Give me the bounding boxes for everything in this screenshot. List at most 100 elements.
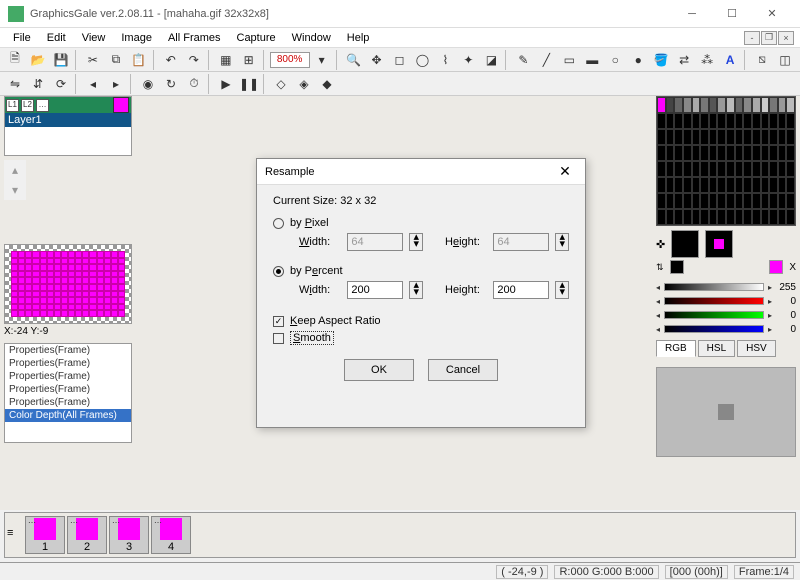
menu-view[interactable]: View — [75, 30, 113, 46]
layer-cell[interactable]: … — [36, 99, 49, 112]
cut-icon[interactable]: ✂ — [82, 50, 104, 70]
history-item[interactable]: Properties(Frame) — [5, 370, 131, 383]
percent-width-input[interactable] — [347, 281, 403, 299]
menu-file[interactable]: File — [6, 30, 38, 46]
menu-image[interactable]: Image — [114, 30, 159, 46]
undo-icon[interactable]: ↶ — [160, 50, 182, 70]
flood-fill-icon[interactable]: 🪣 — [650, 50, 672, 70]
flip-h-icon[interactable]: ⇋ — [4, 74, 26, 94]
zoom-display[interactable]: 800% — [270, 52, 310, 68]
slider-right-icon[interactable]: ▸ — [768, 297, 772, 306]
eyedropper-icon[interactable]: ✜ — [656, 238, 665, 251]
zoom-tool-icon[interactable]: 🔍 — [343, 50, 365, 70]
line-icon[interactable]: ╱ — [535, 50, 557, 70]
swap-colors-icon[interactable]: ⇅ — [656, 262, 664, 273]
color-replace-icon[interactable]: ⇄ — [673, 50, 695, 70]
pixel-height-input[interactable] — [493, 233, 549, 251]
percent-height-input[interactable] — [493, 281, 549, 299]
layer-name[interactable]: Layer1 — [5, 113, 131, 127]
history-item[interactable]: Properties(Frame) — [5, 383, 131, 396]
layer-down-icon[interactable]: ▾ — [4, 180, 26, 200]
fillrect-icon[interactable]: ▬ — [581, 50, 603, 70]
layer-cell[interactable]: L1 — [6, 99, 19, 112]
slider-left-icon[interactable]: ◂ — [656, 325, 660, 334]
slider-right-icon[interactable]: ▸ — [768, 283, 772, 292]
slider-left-icon[interactable]: ◂ — [656, 311, 660, 320]
new-icon[interactable]: 🗎 — [4, 50, 26, 70]
layer-cell[interactable]: L2 — [21, 99, 34, 112]
frame-thumb[interactable]: ⋯1 — [25, 516, 65, 554]
ok-button[interactable]: OK — [344, 359, 414, 381]
radio-by-percent[interactable] — [273, 266, 284, 277]
minimize-button[interactable]: ─ — [672, 0, 712, 28]
frame-thumb[interactable]: ⋯4 — [151, 516, 191, 554]
dialog-close-icon[interactable]: ✕ — [553, 163, 577, 180]
ellipse-icon[interactable]: ○ — [604, 50, 626, 70]
percent-width-spinner[interactable]: ▴▾ — [409, 281, 423, 299]
layers-panel[interactable]: L1 L2 … Layer1 — [4, 96, 132, 156]
menu-help[interactable]: Help — [340, 30, 377, 46]
antialias-icon[interactable]: ⧅ — [751, 50, 773, 70]
text-icon[interactable]: A — [719, 50, 741, 70]
strip-handle-icon[interactable]: ≡ — [7, 527, 23, 543]
select-rect-icon[interactable]: ◻ — [389, 50, 411, 70]
b-slider[interactable] — [664, 325, 764, 333]
tab-rgb[interactable]: RGB — [656, 340, 696, 357]
history-item[interactable]: Properties(Frame) — [5, 357, 131, 370]
history-item[interactable]: Properties(Frame) — [5, 344, 131, 357]
dup-frame-icon[interactable]: ◈ — [293, 74, 315, 94]
pixel-width-input[interactable] — [347, 233, 403, 251]
pause-icon[interactable]: ❚❚ — [238, 74, 260, 94]
layer-up-icon[interactable]: ▴ — [4, 160, 26, 180]
copy-icon[interactable]: ⧉ — [105, 50, 127, 70]
percent-height-spinner[interactable]: ▴▾ — [555, 281, 569, 299]
slider-left-icon[interactable]: ◂ — [656, 297, 660, 306]
open-icon[interactable]: 📂 — [27, 50, 49, 70]
mdi-minimize[interactable]: - — [744, 31, 760, 45]
fillellipse-icon[interactable]: ● — [627, 50, 649, 70]
slider-right-icon[interactable]: ▸ — [768, 325, 772, 334]
cancel-button[interactable]: Cancel — [428, 359, 498, 381]
snap-icon[interactable]: ⊞ — [238, 50, 260, 70]
paste-icon[interactable]: 📋 — [128, 50, 150, 70]
slider-left-icon[interactable]: ◂ — [656, 283, 660, 292]
spray-icon[interactable]: ⁂ — [696, 50, 718, 70]
transparency-icon[interactable]: ◫ — [774, 50, 796, 70]
add-frame-icon[interactable]: ◇ — [270, 74, 292, 94]
onion-icon[interactable]: ◉ — [137, 74, 159, 94]
pixel-height-spinner[interactable]: ▴▾ — [555, 233, 569, 251]
background-color[interactable] — [705, 230, 733, 258]
menu-edit[interactable]: Edit — [40, 30, 73, 46]
del-frame-icon[interactable]: ◆ — [316, 74, 338, 94]
g-slider[interactable] — [664, 311, 764, 319]
rotate-icon[interactable]: ⟳ — [50, 74, 72, 94]
redo-icon[interactable]: ↷ — [183, 50, 205, 70]
maximize-button[interactable]: ☐ — [712, 0, 752, 28]
mdi-restore[interactable]: ❐ — [761, 31, 777, 45]
pencil-icon[interactable]: ✎ — [512, 50, 534, 70]
frame-strip[interactable]: ≡ ⋯1 ⋯2 ⋯3 ⋯4 — [4, 512, 796, 558]
small-fg[interactable] — [670, 260, 684, 274]
tab-hsv[interactable]: HSV — [737, 340, 776, 357]
wand-icon[interactable]: ✦ — [457, 50, 479, 70]
smooth-checkbox[interactable] — [273, 333, 284, 344]
color-select-icon[interactable]: ◪ — [480, 50, 502, 70]
loop-icon[interactable]: ↻ — [160, 74, 182, 94]
zoom-dropdown-icon[interactable]: ▾ — [311, 50, 333, 70]
menu-capture[interactable]: Capture — [230, 30, 283, 46]
frame-thumb[interactable]: ⋯2 — [67, 516, 107, 554]
radio-by-pixel[interactable] — [273, 218, 284, 229]
play-icon[interactable]: ▶ — [215, 74, 237, 94]
lasso-icon[interactable]: ⌇ — [434, 50, 456, 70]
gray-slider[interactable] — [664, 283, 764, 291]
select-ellipse-icon[interactable]: ◯ — [412, 50, 434, 70]
history-item[interactable]: Properties(Frame) — [5, 396, 131, 409]
nav-preview[interactable] — [4, 244, 132, 324]
prev-frame-icon[interactable]: ◂ — [82, 74, 104, 94]
mdi-close[interactable]: × — [778, 31, 794, 45]
history-list[interactable]: Properties(Frame) Properties(Frame) Prop… — [4, 343, 132, 443]
move-tool-icon[interactable]: ✥ — [366, 50, 388, 70]
menu-allframes[interactable]: All Frames — [161, 30, 228, 46]
rect-icon[interactable]: ▭ — [558, 50, 580, 70]
pixel-width-spinner[interactable]: ▴▾ — [409, 233, 423, 251]
